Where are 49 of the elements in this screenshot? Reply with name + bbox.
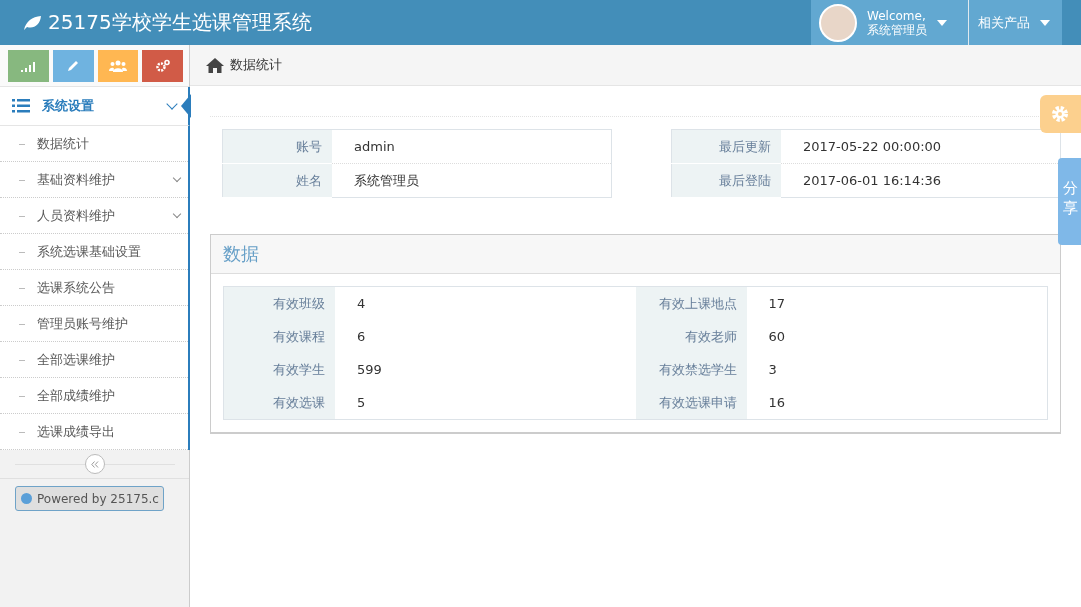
dot-icon [21, 493, 32, 504]
stat-value: 16 [746, 386, 1047, 419]
stat-label: 有效选课申请 [635, 386, 747, 419]
welcome-text: Welcome, [867, 8, 927, 23]
chart-shortcut-button[interactable] [8, 50, 49, 82]
stat-value: 5 [335, 386, 636, 419]
avatar [819, 3, 857, 42]
stat-value: 17 [746, 287, 1047, 320]
users-icon [108, 60, 127, 72]
caret-icon [1040, 19, 1050, 26]
menu-group[interactable]: 系统设置 [0, 87, 190, 126]
field-value: 2017-05-22 00:00:00 [781, 129, 1061, 164]
home-icon [206, 57, 224, 73]
panel-title: 数据 [223, 242, 259, 266]
settings-button[interactable] [1040, 95, 1081, 133]
stat-label: 有效学生 [224, 353, 335, 386]
stat-label: 有效禁选学生 [635, 353, 747, 386]
field-label: 姓名 [222, 163, 332, 198]
stat-value: 599 [335, 353, 636, 386]
app-title: 25175学校学生选课管理系统 [48, 9, 312, 36]
double-chevron-icon [90, 460, 99, 468]
leaf-icon [22, 14, 42, 31]
stat-value: 4 [335, 287, 636, 320]
pencil-icon [66, 59, 81, 73]
field-label: 最后更新 [671, 129, 781, 164]
settings-shortcut-button[interactable] [142, 50, 183, 82]
stat-label: 有效选课 [224, 386, 335, 419]
gears-icon [155, 59, 170, 73]
caret-icon [937, 19, 947, 26]
stat-value: 6 [335, 320, 636, 353]
stat-value: 3 [746, 353, 1047, 386]
field-value: admin [332, 129, 612, 164]
stat-label: 有效班级 [224, 287, 335, 320]
signal-icon [21, 60, 36, 72]
user-name: 系统管理员 [867, 22, 927, 37]
field-value: 系统管理员 [332, 163, 612, 198]
field-label: 最后登陆 [671, 163, 781, 198]
edit-shortcut-button[interactable] [52, 50, 94, 82]
stat-label: 有效上课地点 [635, 287, 747, 320]
powered-by-badge[interactable]: Powered by 25175.c [15, 486, 164, 511]
stat-value: 60 [746, 320, 1047, 353]
breadcrumb-text: 数据统计 [230, 56, 282, 74]
stat-label: 有效课程 [224, 320, 335, 353]
settings-icon [1050, 104, 1070, 124]
stat-label: 有效老师 [635, 320, 747, 353]
list-icon [12, 99, 30, 113]
users-shortcut-button[interactable] [97, 50, 139, 82]
field-label: 账号 [222, 129, 332, 164]
collapse-button[interactable] [84, 454, 105, 474]
